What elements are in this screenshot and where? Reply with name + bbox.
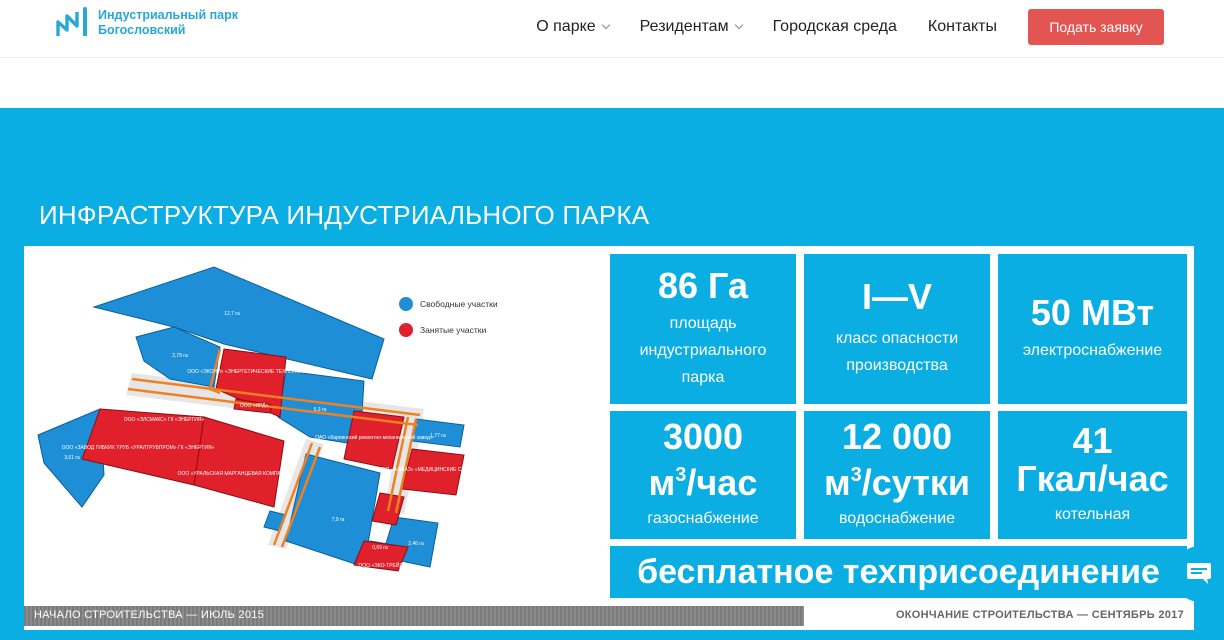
chevron-down-icon (601, 20, 610, 30)
chat-button[interactable] (1174, 546, 1224, 602)
plot-label: 2,46 га (408, 541, 424, 547)
legend-free-swatch (399, 297, 413, 311)
plot-label: 0,69 га (372, 545, 388, 551)
stat-tile-water: 12 000 м3/сутки водоснабжение (804, 411, 990, 539)
nav-item-residents[interactable]: Резидентам (639, 18, 743, 36)
site-header: Индустриальный парк Богословский О парке… (0, 0, 1224, 58)
unit-sup: 3 (675, 463, 687, 486)
stat-label: класс опасности производства (836, 325, 958, 379)
nav-item-about[interactable]: О парке (536, 18, 610, 36)
stat-value: 50 МВт (1030, 291, 1155, 333)
plot-label: 5,3 га (314, 407, 327, 413)
stat-label-line: класс опасности (835, 330, 959, 347)
apply-button[interactable]: Подать заявку (1028, 9, 1164, 45)
stat-label: водоснабжение (838, 509, 956, 527)
plot-label: ООО «ИРД» (240, 403, 269, 409)
plot-label: ООО «УРАЛЬСКАЯ МАРГАНЦЕВАЯ КОМПАНИЯ» (178, 471, 295, 477)
stat-label-line: производства (846, 357, 948, 374)
stat-tile-area: 86 Га площадь индустриального парка (610, 254, 796, 404)
unit-main: м (648, 461, 676, 503)
plot-label: ООО «ЭКОНИ» «ЭНЕРГЕТИЧЕСКИЕ ТЕХНОЛОГИИ» (187, 369, 313, 375)
logo-icon (56, 7, 87, 36)
plot-label: 3,61 га (64, 455, 80, 461)
map-legend: Свободные участки Занятые участки (399, 297, 498, 337)
stat-label-line: индустриального (639, 341, 767, 359)
stat-value: 86 Га (658, 264, 748, 306)
stat-label: газоснабжение (647, 509, 759, 527)
plot-label: 12,7 га (224, 311, 240, 317)
stat-label: котельная (1054, 505, 1131, 523)
chevron-down-icon (734, 20, 743, 30)
nav-item-label: О парке (536, 18, 596, 35)
unit-tail: /час (686, 461, 758, 503)
plot-label: ООО «ЭКО-ТРЕЙД» (358, 561, 406, 569)
stat-value-line2: м3/сутки (824, 457, 970, 501)
plot-label: ОАО «Карпинский ремонтно-механический за… (315, 434, 433, 441)
nav-item-contacts[interactable]: Контакты (928, 18, 997, 36)
plot-label: 2,79 га (172, 353, 188, 359)
stat-value-line1: 12 000 (841, 415, 953, 457)
logo[interactable]: Индустриальный парк Богословский (55, 6, 238, 40)
stat-tile-power: 50 МВт электроснабжение (998, 254, 1187, 404)
stat-tile-gas: 3000 м3/час газоснабжение (610, 411, 796, 539)
plot-label: 7,9 га (332, 517, 345, 523)
construction-progress: НАЧАЛО СТРОИТЕЛЬСТВА — ИЮЛЬ 2015 ОКОНЧАН… (24, 606, 1194, 626)
free-connection-banner: бесплатное техприсоединение (610, 546, 1187, 598)
chat-icon (1187, 563, 1211, 584)
nav-item-label: Контакты (927, 18, 997, 35)
stat-label: площадь индустриального парка (640, 310, 767, 391)
stat-label-line: электроснабжение (1022, 341, 1163, 359)
nav-item-label: Резидентам (639, 18, 729, 35)
stat-value-line1: 41 (1072, 419, 1113, 461)
plot-label: 1,77 га (430, 433, 446, 439)
stat-value-line1: 3000 (662, 415, 744, 457)
logo-line-1: Индустриальный парк (98, 8, 239, 22)
unit-sup: 3 (850, 463, 862, 486)
plot-marganets (193, 416, 285, 508)
stat-label-line: площадь (669, 314, 737, 332)
stat-tile-boiler: 41 Гкал/час котельная (998, 411, 1187, 539)
progress-end-label: ОКОНЧАНИЕ СТРОИТЕЛЬСТВА — СЕНТЯБРЬ 2017 (895, 609, 1184, 621)
stat-value-line2: м3/час (649, 457, 758, 501)
legend-free-label: Свободные участки (420, 299, 498, 309)
unit-main: м (823, 461, 851, 503)
stat-label-line: парка (681, 368, 725, 386)
legend-occupied-label: Занятые участки (420, 325, 487, 335)
plot-label: ООО «АЛМАЗ» «МЕДИЦИНСКИЕ СИСТЕМЫ» (378, 467, 487, 473)
logo-text: Индустриальный парк Богословский (98, 8, 238, 38)
stat-value-line2: Гкал/час (1016, 457, 1169, 499)
park-site-map: 12,7 га 2,79 га ООО «ЭКОНИ» «ЭНЕРГЕТИЧЕС… (37, 266, 498, 572)
stat-label: электроснабжение (1023, 337, 1162, 364)
plot-label: ООО «ЭЛСМАКС» ГК «ЭНЕРГИЯ» (124, 417, 205, 423)
nav-item-label: Городская среда (772, 18, 897, 35)
stat-value: I—V (861, 276, 932, 317)
unit-tail: /сутки (861, 461, 971, 503)
logo-line-2: Богословский (98, 23, 186, 37)
main-nav: О парке Резидентам Городская среда Конта… (536, 0, 1224, 54)
stat-tile-hazard: I—V класс опасности производства (804, 254, 990, 404)
nav-item-city[interactable]: Городская среда (773, 18, 897, 36)
progress-start-label: НАЧАЛО СТРОИТЕЛЬСТВА — ИЮЛЬ 2015 (34, 609, 265, 621)
plot-label: ООО «ЗАВОД ГИБКИХ ТРУБ «УРАЛТРУБПРОМ» ГК… (62, 445, 215, 451)
section-title: ИНФРАСТРУКТУРА ИНДУСТРИАЛЬНОГО ПАРКА (39, 200, 650, 230)
legend-occupied-swatch (399, 323, 413, 337)
